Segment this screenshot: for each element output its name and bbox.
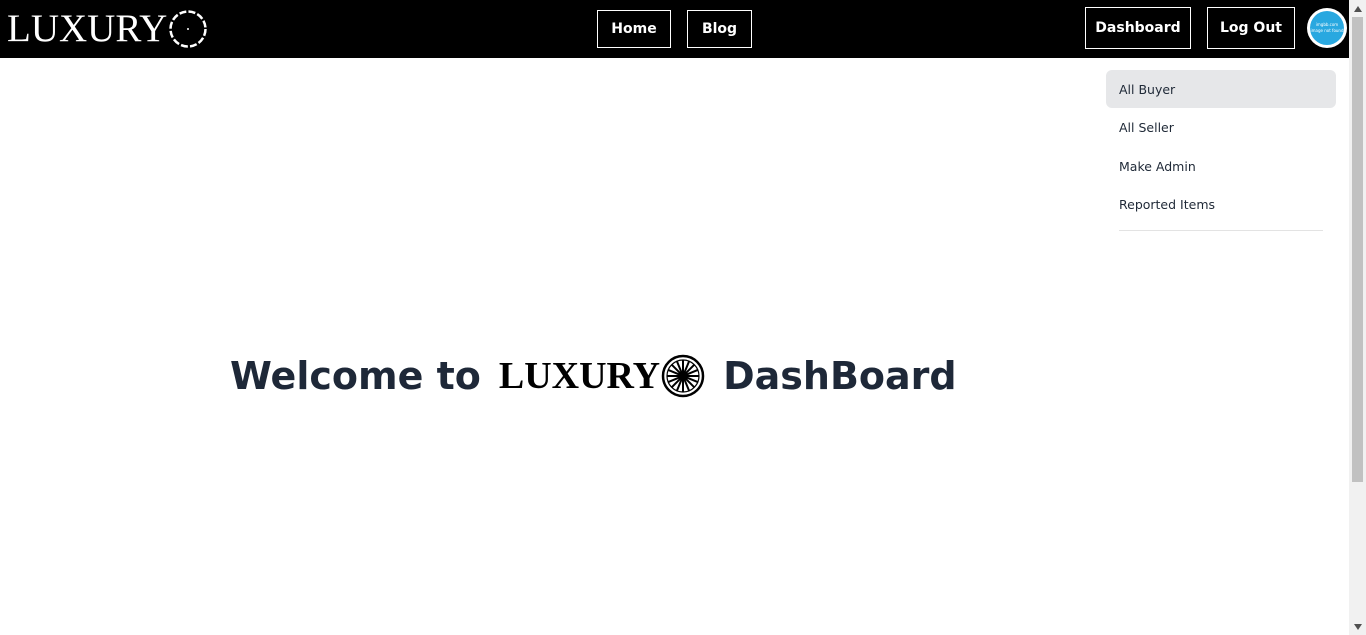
wheel-icon xyxy=(169,10,208,48)
dashboard-side-menu: All Buyer All Seller Make Admin Reported… xyxy=(1106,70,1336,231)
brand-text: LUXURY xyxy=(7,7,168,50)
wheel-icon xyxy=(661,354,705,398)
menu-item-all-seller[interactable]: All Seller xyxy=(1106,109,1336,147)
triangle-up-icon[interactable] xyxy=(1349,0,1366,17)
welcome-logo: LUXURY xyxy=(499,354,705,398)
top-navbar: LUXURY Home Blog Dashboard Log Out imgbb… xyxy=(0,0,1349,58)
welcome-heading: Welcome to LUXURY DashBoard xyxy=(230,352,957,400)
vertical-scrollbar[interactable] xyxy=(1349,0,1366,635)
blog-button[interactable]: Blog xyxy=(687,10,752,48)
welcome-suffix: DashBoard xyxy=(723,354,957,398)
menu-item-all-buyer[interactable]: All Buyer xyxy=(1106,70,1336,108)
menu-divider xyxy=(1119,229,1323,231)
scrollbar-thumb[interactable] xyxy=(1352,17,1363,482)
welcome-logo-text: LUXURY xyxy=(498,355,661,397)
dashboard-button[interactable]: Dashboard xyxy=(1085,7,1191,49)
brand-logo[interactable]: LUXURY xyxy=(7,8,208,50)
avatar[interactable]: imgbb.com image not found xyxy=(1307,8,1347,48)
avatar-text-line2: image not found xyxy=(1310,28,1344,33)
menu-item-reported-items[interactable]: Reported Items xyxy=(1106,186,1336,224)
triangle-down-icon[interactable] xyxy=(1349,618,1366,635)
welcome-prefix: Welcome to xyxy=(230,354,481,398)
page: LUXURY Home Blog Dashboard Log Out imgbb… xyxy=(0,0,1349,635)
avatar-image: imgbb.com image not found xyxy=(1310,11,1344,45)
logout-button[interactable]: Log Out xyxy=(1207,7,1295,49)
home-button[interactable]: Home xyxy=(597,10,671,48)
menu-item-make-admin[interactable]: Make Admin xyxy=(1106,147,1336,185)
